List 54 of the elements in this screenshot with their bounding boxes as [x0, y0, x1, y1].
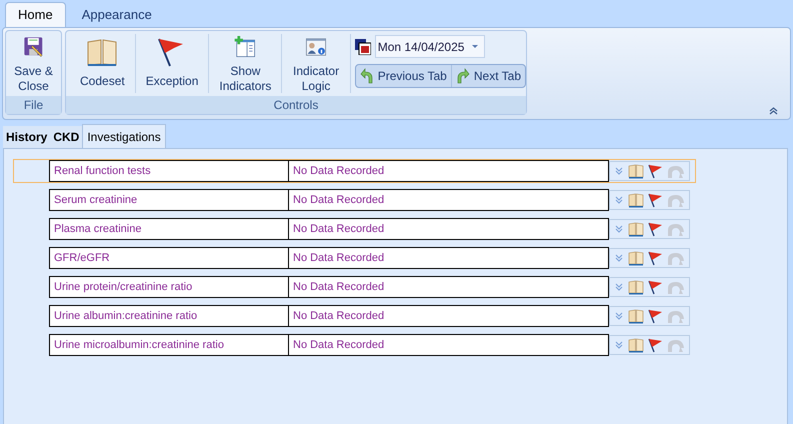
page-tab[interactable]: Investigations	[82, 124, 166, 148]
book-icon[interactable]	[628, 192, 644, 208]
row-value: No Data Recorded	[289, 189, 609, 211]
row-label: Urine albumin:creatinine ratio	[49, 305, 289, 327]
ribbon-tab[interactable]: Appearance	[70, 2, 164, 27]
turn-right-arrow-icon	[456, 68, 470, 84]
investigation-row[interactable]: Urine protein/creatinine ratio No Data Recorded	[13, 275, 696, 299]
row-value: No Data Recorded	[289, 160, 609, 182]
dropdown-caret-icon	[472, 45, 478, 48]
row-label: Urine microalbumin:creatinine ratio	[49, 334, 289, 356]
ribbon-button[interactable]: Exception	[138, 34, 206, 94]
date-dropdown[interactable]: Mon 14/04/2025	[374, 35, 486, 58]
page-tab[interactable]: History	[3, 126, 50, 148]
flag-icon[interactable]	[648, 338, 663, 352]
nav-button[interactable]: Next Tab	[452, 65, 525, 87]
investigation-row[interactable]: Plasma creatinine No Data Recorded	[13, 217, 696, 241]
page-tab[interactable]: CKD	[50, 126, 82, 148]
group-label: Controls	[66, 96, 526, 114]
flag-icon[interactable]	[648, 250, 663, 266]
row-value: No Data Recorded	[289, 276, 609, 298]
row-value: No Data Recorded	[289, 247, 609, 269]
investigation-row[interactable]: Urine albumin:creatinine ratio No Data Recorded	[13, 304, 696, 328]
book-icon[interactable]	[628, 222, 644, 236]
nav-button[interactable]: Previous Tab	[356, 65, 452, 87]
row-label: GFR/eGFR	[49, 247, 289, 269]
book-icon[interactable]	[628, 338, 644, 352]
investigation-row[interactable]: Urine microalbumin:creatinine ratio No Data Recorded	[13, 333, 696, 357]
row-label: Renal function tests	[49, 160, 289, 182]
row-value: No Data Recorded	[289, 334, 609, 356]
ribbon-button[interactable]: Indicator Logic	[284, 34, 348, 94]
ribbon-button[interactable]: Save & Close	[6, 34, 61, 94]
ribbon-button[interactable]: Show Indicators	[211, 34, 280, 94]
book-icon[interactable]	[628, 308, 644, 324]
row-value: No Data Recorded	[289, 305, 609, 327]
investigation-row[interactable]: Serum creatinine No Data Recorded	[13, 188, 696, 212]
ribbon-tab[interactable]: Home	[5, 2, 66, 27]
book-icon[interactable]	[628, 250, 644, 266]
flag-icon[interactable]	[648, 308, 663, 324]
ribbon-button[interactable]: Codeset	[72, 34, 133, 94]
flag-icon[interactable]	[648, 192, 663, 208]
row-label: Serum creatinine	[49, 189, 289, 211]
investigation-row[interactable]: Renal function tests No Data Recorded	[13, 159, 696, 183]
row-label: Plasma creatinine	[49, 218, 289, 240]
collapse-icon[interactable]	[769, 106, 778, 115]
investigation-row[interactable]: GFR/eGFR No Data Recorded	[13, 246, 696, 270]
book-icon[interactable]	[628, 280, 644, 294]
turn-left-arrow-icon	[360, 68, 374, 84]
row-value: No Data Recorded	[289, 218, 609, 240]
book-icon[interactable]	[628, 164, 644, 178]
flag-icon[interactable]	[648, 222, 663, 236]
flag-icon[interactable]	[648, 164, 663, 178]
group-label: File	[6, 96, 61, 114]
row-label: Urine protein/creatinine ratio	[49, 276, 289, 298]
flag-icon[interactable]	[648, 280, 663, 294]
